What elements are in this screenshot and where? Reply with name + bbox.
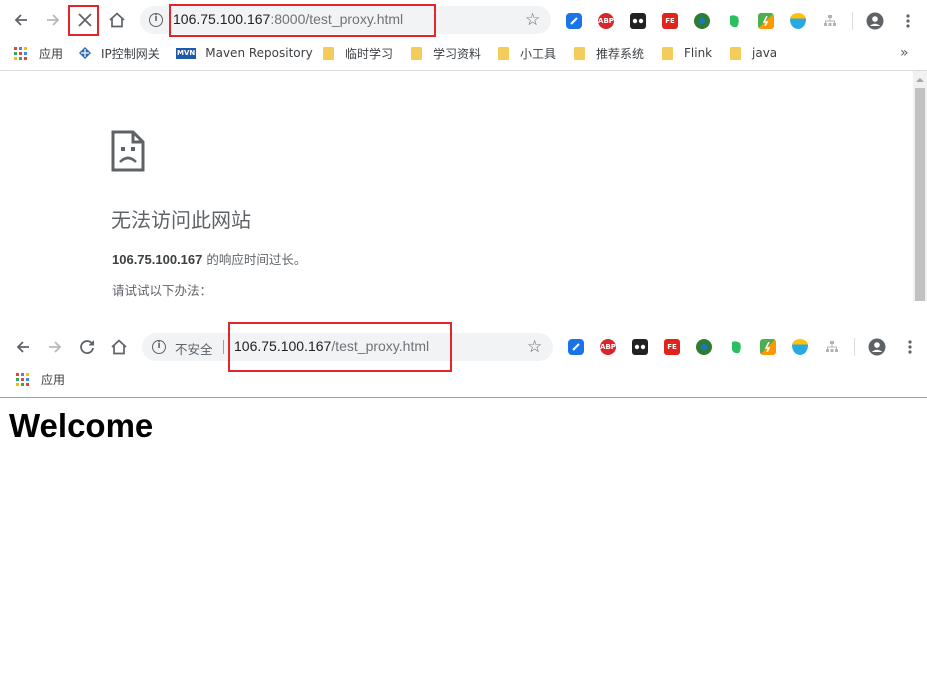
scrollbar-track[interactable] (913, 71, 927, 301)
apps-grid-icon (16, 372, 29, 386)
url-highlight (169, 4, 436, 37)
proxy-switcher-icon[interactable] (758, 13, 774, 29)
mvn-icon: MVN (176, 47, 197, 59)
bookmark-star-icon[interactable]: ☆ (525, 10, 540, 30)
folder-icon (730, 46, 741, 60)
shield-ext-icon[interactable] (790, 13, 806, 29)
more-vertical-icon (908, 340, 912, 354)
home-button[interactable] (108, 336, 130, 358)
error-message: 106.75.100.167 的响应时间过长。 (112, 249, 306, 268)
sad-document-icon (111, 130, 145, 172)
bookmark-label: Maven Repository (205, 46, 313, 60)
error-host: 106.75.100.167 (112, 252, 203, 267)
ie-tab-icon[interactable] (694, 13, 710, 29)
bookmark-ext-icon[interactable] (568, 339, 584, 355)
evernote-icon[interactable] (728, 339, 744, 355)
home-icon (111, 339, 127, 355)
arrow-left-icon (16, 341, 29, 353)
profile-avatar[interactable] (865, 11, 885, 31)
bookmark-folder[interactable]: 推荐系统 (574, 45, 644, 61)
sitemap-icon[interactable] (824, 339, 840, 355)
back-button[interactable] (12, 336, 34, 358)
bookmark-ext-icon[interactable] (566, 13, 582, 29)
shield-ext-icon[interactable] (792, 339, 808, 355)
arrow-left-icon (14, 14, 27, 26)
security-chip[interactable]: 不安全 (175, 339, 213, 358)
fe-helper-icon[interactable]: FE (662, 13, 678, 29)
home-button[interactable] (106, 9, 128, 31)
proxy-switcher-icon[interactable] (760, 339, 776, 355)
bookmark-label: java (752, 46, 778, 60)
menu-button[interactable] (900, 337, 920, 357)
back-button[interactable] (10, 9, 32, 31)
bookmark-label: 小工具 (520, 46, 557, 61)
bookmark-star-icon[interactable]: ☆ (527, 337, 542, 357)
menu-button[interactable] (898, 11, 918, 31)
evernote-icon[interactable] (726, 13, 742, 29)
reload-button[interactable] (76, 336, 98, 358)
url-highlight (228, 322, 452, 372)
bookmark-label: 应用 (41, 372, 66, 387)
reload-icon (80, 340, 94, 354)
forward-button[interactable] (44, 336, 66, 358)
bookmark-maven[interactable]: MVN Maven Repository (176, 45, 313, 61)
tampermonkey-icon[interactable] (632, 339, 648, 355)
apps-grid-icon (14, 46, 27, 60)
site-info-icon[interactable]: i (152, 340, 166, 354)
adblock-plus-icon[interactable]: ABP (598, 13, 614, 29)
fe-helper-icon[interactable]: FE (664, 339, 680, 355)
ie-tab-icon[interactable] (696, 339, 712, 355)
bookmark-label: IP控制网关 (101, 46, 160, 61)
folder-icon (498, 46, 509, 60)
bookmark-folder[interactable]: 小工具 (498, 45, 556, 61)
account-circle-icon (868, 338, 886, 356)
bookmark-folder[interactable]: Flink (662, 45, 712, 61)
error-message-text: 的响应时间过长。 (202, 252, 307, 267)
account-circle-icon (866, 12, 884, 30)
sitemap-icon[interactable] (822, 13, 838, 29)
toolbar-bottom-border (0, 397, 927, 398)
error-suggestion: 请试试以下办法： (112, 283, 213, 298)
bookmark-label: 推荐系统 (596, 46, 645, 61)
toolbar-divider (852, 12, 853, 30)
folder-icon (323, 46, 334, 60)
security-divider (223, 340, 224, 354)
folder-icon (574, 46, 585, 60)
profile-avatar[interactable] (867, 337, 887, 357)
forward-button[interactable] (42, 9, 64, 31)
adblock-plus-icon[interactable]: ABP (600, 339, 616, 355)
site-info-icon[interactable]: i (149, 13, 163, 27)
tampermonkey-icon[interactable] (630, 13, 646, 29)
bookmark-apps[interactable]: 应用 (16, 371, 65, 387)
home-icon (109, 12, 125, 28)
scroll-up-arrow-icon (916, 78, 924, 82)
bookmark-label: Flink (684, 46, 713, 60)
folder-icon (411, 46, 422, 60)
toolbar-divider (854, 338, 855, 356)
error-title: 无法访问此网站 (111, 208, 251, 232)
bookmark-ip-gateway[interactable]: IP控制网关 (78, 45, 160, 61)
scrollbar-thumb[interactable] (915, 88, 925, 301)
stop-button-highlight (68, 5, 99, 36)
bookmarks-overflow-button[interactable]: » (900, 45, 909, 61)
bookmark-folder[interactable]: java (730, 45, 777, 61)
error-page: 无法访问此网站 106.75.100.167 的响应时间过长。 请试试以下办法： (0, 71, 913, 301)
network-icon (79, 47, 91, 59)
bookmark-label: 临时学习 (345, 46, 394, 61)
bookmark-label: 学习资料 (433, 46, 482, 61)
folder-icon (662, 46, 673, 60)
arrow-right-icon (49, 341, 62, 353)
bookmark-apps[interactable]: 应用 (14, 45, 63, 61)
page-heading: Welcome (9, 407, 154, 444)
bookmark-label: 应用 (39, 46, 64, 61)
arrow-right-icon (47, 14, 60, 26)
more-vertical-icon (906, 14, 910, 28)
bookmark-folder[interactable]: 临时学习 (323, 45, 393, 61)
bookmark-folder[interactable]: 学习资料 (411, 45, 481, 61)
